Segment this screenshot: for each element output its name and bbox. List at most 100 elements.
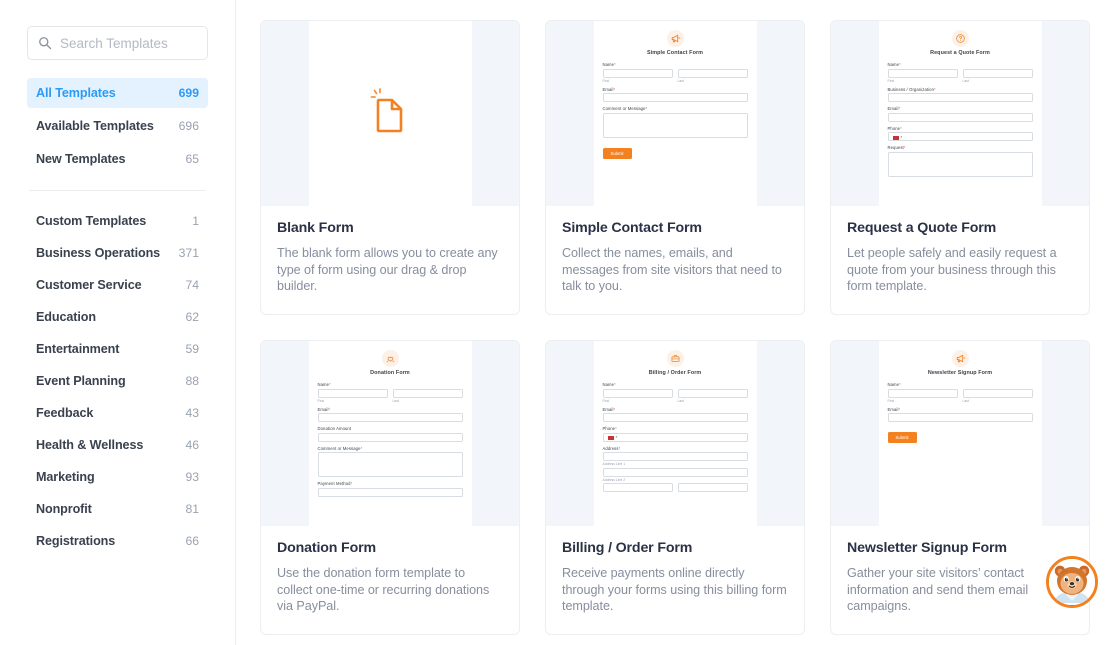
preview-field-label: Email* — [887, 106, 901, 111]
blank-document-icon — [363, 84, 417, 143]
preview-input-address[interactable] — [602, 452, 748, 461]
category-label: Feedback — [36, 406, 94, 420]
preview-input-request[interactable] — [887, 151, 1033, 177]
preview-field-name: Name* First Last — [317, 382, 463, 403]
template-grid: Blank Form The blank form allows you to … — [260, 20, 1090, 635]
preview-field-label: Comment or Message* — [602, 106, 648, 111]
preview-input-address-line-2[interactable] — [602, 467, 748, 477]
preview-input-last[interactable] — [392, 388, 463, 398]
sidebar-item-custom-templates[interactable]: Custom Templates 1 — [27, 205, 208, 237]
preview-input-first[interactable] — [887, 68, 958, 78]
template-card-body: Donation Form Use the donation form temp… — [261, 526, 519, 634]
category-label: Business Operations — [36, 246, 161, 260]
category-label: Entertainment — [36, 342, 120, 356]
preview-field-label: Name* — [602, 382, 616, 387]
templates-page: All Templates 699 Available Templates 69… — [0, 0, 1116, 645]
search-input[interactable] — [60, 35, 237, 51]
preview-sublabel-last: Last — [392, 398, 399, 403]
chevron-down-icon: ▾ — [615, 435, 618, 439]
category-count: 81 — [185, 502, 199, 516]
preview-field-email: Email* — [602, 87, 748, 102]
sidebar-item-event-planning[interactable]: Event Planning 88 — [27, 365, 208, 397]
template-card[interactable]: Donation Form Name* First Last Email* Do… — [260, 340, 520, 635]
preview-form-title: Billing / Order Form — [648, 370, 702, 376]
preview-sublabel-first: First — [887, 398, 895, 403]
preview-sublabel-last: Last — [677, 78, 684, 83]
template-card-body: Simple Contact Form Collect the names, e… — [546, 206, 804, 314]
sidebar-item-nonprofit[interactable]: Nonprofit 81 — [27, 493, 208, 525]
preview-input-last[interactable] — [677, 68, 748, 78]
sidebar-item-marketing[interactable]: Marketing 93 — [27, 461, 208, 493]
preview-input-phone[interactable]: ▾ — [602, 432, 748, 442]
preview-input-phone[interactable]: ▾ — [887, 132, 1033, 141]
preview-input-last[interactable] — [962, 68, 1033, 78]
preview-input-comment[interactable] — [602, 112, 748, 138]
template-title: Blank Form — [277, 220, 354, 236]
template-title: Billing / Order Form — [562, 540, 693, 556]
preview-field-label: Name* — [887, 62, 901, 67]
preview-field-label: Email* — [317, 406, 331, 412]
sidebar-item-new-templates[interactable]: New Templates 65 — [27, 144, 208, 174]
sidebar-item-customer-service[interactable]: Customer Service 74 — [27, 269, 208, 301]
preview-submit-button[interactable]: Submit — [887, 432, 917, 443]
preview-field-label: Comment or Message* — [317, 445, 363, 451]
template-title: Newsletter Signup Form — [847, 540, 1007, 556]
sidebar-item-label: Available Templates — [36, 119, 154, 133]
search-box[interactable] — [27, 26, 237, 60]
sidebar-item-feedback[interactable]: Feedback 43 — [27, 397, 208, 429]
preview-input-email[interactable] — [602, 93, 748, 102]
preview-input-email[interactable] — [887, 112, 1033, 122]
preview-sheet: Newsletter Signup Form Name* First Last … — [878, 341, 1042, 526]
preview-input-donation-amount[interactable] — [317, 432, 463, 442]
preview-sublabel-last: Last — [962, 78, 969, 83]
question-mark-icon — [951, 30, 969, 47]
preview-input-state[interactable] — [677, 483, 748, 492]
template-card[interactable]: Billing / Order Form Name* First Last Em… — [545, 340, 805, 635]
nav-group: All Templates 699 Available Templates 69… — [27, 78, 208, 174]
sidebar-item-registrations[interactable]: Registrations 66 — [27, 525, 208, 557]
preview-form-title: Simple Contact Form — [646, 50, 704, 56]
preview-field-label: Name* — [887, 382, 901, 387]
sidebar-item-all-templates[interactable]: All Templates 699 — [27, 78, 208, 108]
country-flag-icon — [892, 135, 899, 140]
sidebar-item-label: All Templates — [36, 86, 116, 100]
preview-sublabel-address-line-2: Address Line 2 — [602, 477, 626, 482]
preview-field-email: Email* — [317, 406, 463, 422]
preview-field-comment: Comment or Message* — [602, 106, 748, 138]
preview-input-business[interactable] — [887, 93, 1033, 102]
country-flag-icon — [607, 436, 614, 441]
sidebar-item-entertainment[interactable]: Entertainment 59 — [27, 333, 208, 365]
category-label: Customer Service — [36, 278, 142, 292]
preview-input-city[interactable] — [602, 483, 673, 492]
sidebar-item-business-operations[interactable]: Business Operations 371 — [27, 237, 208, 269]
category-label: Nonprofit — [36, 502, 92, 516]
preview-input-payment-method[interactable] — [317, 487, 463, 497]
preview-submit-button[interactable]: Submit — [602, 147, 632, 159]
preview-input-first[interactable] — [602, 68, 673, 78]
preview-input-first[interactable] — [317, 388, 388, 398]
preview-input-last[interactable] — [962, 388, 1033, 398]
preview-field-phone: Phone* ▾ — [602, 426, 748, 442]
preview-input-email[interactable] — [887, 413, 1033, 422]
template-card[interactable]: Blank Form The blank form allows you to … — [260, 20, 520, 315]
support-chat-button[interactable] — [1046, 556, 1098, 608]
template-card[interactable]: Request a Quote Form Name* First Last Bu… — [830, 20, 1090, 315]
preview-field-label: Business / Organization* — [887, 86, 936, 92]
sidebar-item-available-templates[interactable]: Available Templates 696 — [27, 111, 208, 141]
preview-input-first[interactable] — [887, 388, 958, 398]
preview-input-last[interactable] — [677, 388, 748, 398]
preview-sublabel-last: Last — [962, 398, 969, 403]
template-card[interactable]: Simple Contact Form Name* First Last Ema… — [545, 20, 805, 315]
preview-input-comment[interactable] — [317, 452, 463, 477]
sidebar-item-health-wellness[interactable]: Health & Wellness 46 — [27, 429, 208, 461]
sidebar-item-education[interactable]: Education 62 — [27, 301, 208, 333]
category-label: Marketing — [36, 470, 95, 484]
preview-input-first[interactable] — [602, 388, 673, 398]
template-card-body: Blank Form The blank form allows you to … — [261, 206, 519, 314]
preview-input-email[interactable] — [317, 413, 463, 422]
template-preview: Newsletter Signup Form Name* First Last … — [831, 341, 1089, 526]
preview-field-name: Name* First Last — [602, 382, 748, 403]
template-description: Collect the names, emails, and messages … — [562, 246, 782, 293]
preview-field-email: Email* — [887, 407, 1033, 422]
preview-input-email[interactable] — [602, 413, 748, 422]
